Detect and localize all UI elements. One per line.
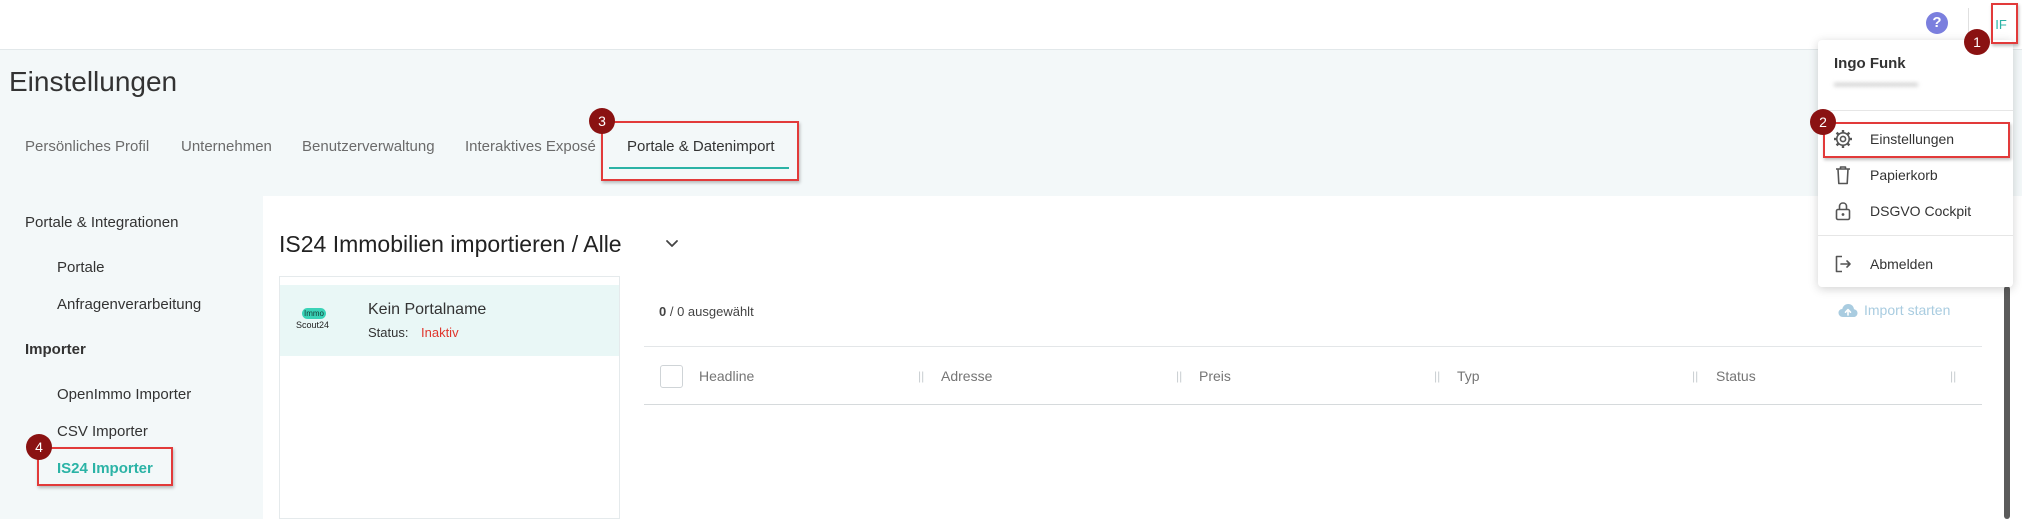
portal-name: Kein Portalname — [368, 301, 487, 318]
help-icon[interactable]: ? — [1926, 12, 1948, 34]
lock-icon — [1835, 202, 1851, 221]
user-email-blurred: •••••••••••••••••••••••• — [1834, 80, 1919, 90]
gear-icon — [1834, 130, 1852, 148]
sidebar-item-openimmo-importer[interactable]: OpenImmo Importer — [57, 386, 191, 403]
column-header-adresse[interactable]: Adresse — [941, 368, 992, 384]
sidebar-item-is24-importer[interactable]: IS24 Importer — [57, 460, 153, 477]
logo-text: Scout24 — [296, 320, 330, 330]
tab-interaktives-expose[interactable]: Interaktives Exposé — [465, 138, 596, 155]
column-header-status[interactable]: Status — [1716, 368, 1756, 384]
menu-item-label: Einstellungen — [1870, 131, 1955, 147]
sidebar-item-csv-importer[interactable]: CSV Importer — [57, 423, 148, 440]
page-title: Einstellungen — [9, 66, 178, 97]
sidebar-item-portale[interactable]: Portale — [57, 259, 105, 276]
cloud-upload-icon — [1838, 304, 1858, 317]
logo-pill: Immo — [302, 308, 326, 319]
top-bar — [0, 0, 2022, 50]
sidebar-item-anfragenverarbeitung[interactable]: Anfragenverarbeitung — [57, 296, 201, 313]
trash-icon — [1836, 166, 1850, 185]
menu-item-einstellungen[interactable]: Einstellungen — [1818, 122, 2013, 156]
column-resize-handle[interactable]: || — [918, 369, 924, 383]
logout-icon — [1835, 255, 1851, 273]
import-start-button[interactable]: Import starten — [1838, 302, 1950, 318]
step-badge-2: 2 — [1810, 109, 1836, 135]
step-badge-4: 4 — [26, 434, 52, 460]
tab-unternehmen[interactable]: Unternehmen — [181, 138, 272, 155]
portal-status-label: Status: — [368, 325, 409, 340]
table-divider — [644, 346, 1982, 347]
select-all-checkbox[interactable] — [660, 365, 683, 388]
step-badge-3: 3 — [589, 108, 615, 134]
step-badge-1: 1 — [1964, 29, 1990, 55]
chevron-down-icon[interactable] — [664, 236, 680, 252]
user-name: Ingo Funk — [1834, 55, 1906, 72]
sidebar-heading-importer: Importer — [25, 341, 86, 358]
scrollbar[interactable] — [2004, 286, 2010, 519]
menu-item-label: Abmelden — [1870, 256, 1934, 272]
selected-count: 0 / 0 ausgewählt — [659, 304, 754, 319]
active-tab-indicator — [609, 167, 789, 169]
table-header-divider — [644, 404, 1982, 405]
selected-count-text: / 0 ausgewählt — [666, 304, 754, 319]
column-header-typ[interactable]: Typ — [1457, 368, 1480, 384]
column-header-headline[interactable]: Headline — [699, 368, 754, 384]
import-title: IS24 Immobilien importieren / Alle — [279, 231, 622, 257]
menu-item-label: Papierkorb — [1870, 167, 1938, 183]
column-header-preis[interactable]: Preis — [1199, 368, 1231, 384]
menu-item-label: DSGVO Cockpit — [1870, 203, 1972, 219]
menu-item-dsgvo-cockpit[interactable]: DSGVO Cockpit — [1818, 194, 2013, 228]
menu-divider — [1818, 110, 2013, 111]
tab-persoenliches-profil[interactable]: Persönliches Profil — [25, 138, 149, 155]
tab-portale-datenimport[interactable]: Portale & Datenimport — [627, 138, 775, 155]
menu-item-papierkorb[interactable]: Papierkorb — [1818, 158, 2013, 192]
tab-benutzerverwaltung[interactable]: Benutzerverwaltung — [302, 138, 435, 155]
menu-item-abmelden[interactable]: Abmelden — [1818, 247, 2013, 281]
column-resize-handle[interactable]: || — [1950, 369, 1956, 383]
sidebar-heading-portale: Portale & Integrationen — [25, 214, 179, 231]
menu-divider — [1818, 235, 2013, 236]
portal-status-value: Inaktiv — [421, 325, 459, 340]
column-resize-handle[interactable]: || — [1434, 369, 1440, 383]
immoscout24-logo: Immo Scout24 — [296, 304, 336, 336]
import-start-label: Import starten — [1864, 302, 1951, 318]
column-resize-handle[interactable]: || — [1176, 369, 1182, 383]
column-resize-handle[interactable]: || — [1692, 369, 1698, 383]
